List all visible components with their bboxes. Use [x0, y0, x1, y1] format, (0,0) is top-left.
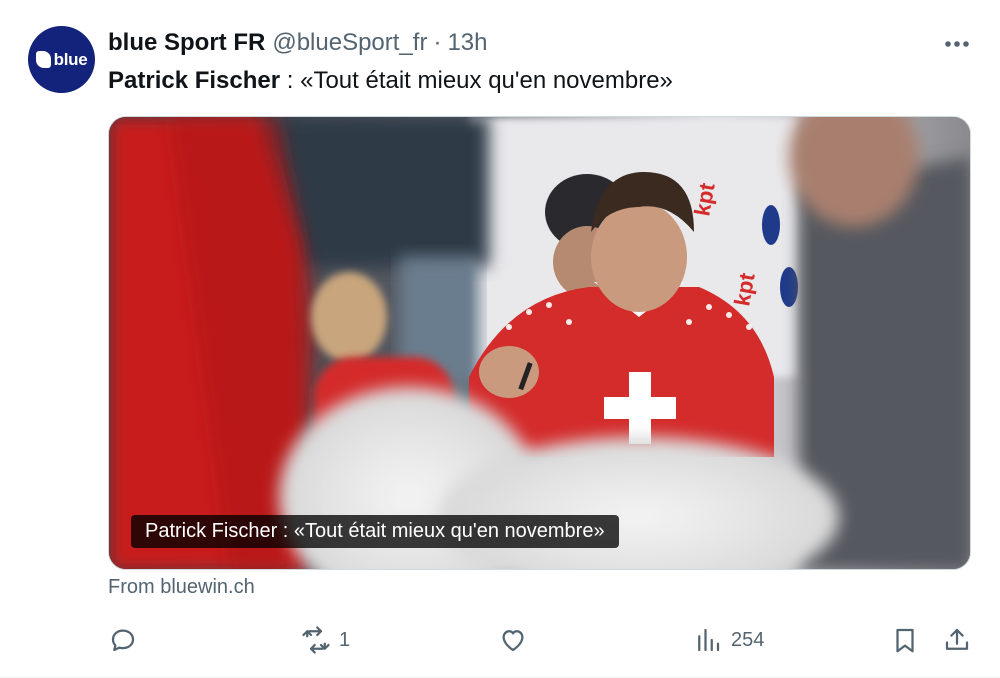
avatar-text: blue: [53, 49, 88, 69]
like-button[interactable]: [498, 622, 536, 658]
views-button[interactable]: 254: [693, 622, 764, 658]
retweet-icon: [302, 626, 330, 654]
more-options-button[interactable]: [940, 30, 974, 58]
card-source[interactable]: From bluewin.ch: [108, 576, 255, 599]
avatar[interactable]: blue: [28, 26, 95, 93]
link-card[interactable]: kpt kpt Patrick Fischer: «Tout était mi…: [108, 116, 971, 570]
like-icon: [502, 630, 524, 652]
views-count: 254: [731, 628, 765, 651]
card-caption: Patrick Fischer : «Tout était mieux qu'e…: [131, 515, 619, 548]
separator-dot: ·: [433, 29, 442, 56]
retweet-button[interactable]: 1: [301, 622, 350, 658]
tweet-text-rest: : «Tout était mieux qu'en novembre»: [280, 67, 673, 94]
tweet-text-bold: Patrick Fischer: [108, 67, 281, 94]
views-icon: [698, 628, 720, 652]
display-name[interactable]: blue Sport FR: [108, 29, 265, 57]
share-icon: [945, 628, 969, 650]
retweet-count: 1: [339, 628, 351, 651]
tweet-text: Patrick Fischer : «Tout était mieux qu'e…: [108, 66, 673, 96]
bookmark-button[interactable]: [890, 622, 920, 658]
tweet[interactable]: blue blue Sport FR @blueSport_fr · 13h P…: [0, 0, 1000, 678]
action-bar: 1 254: [108, 622, 974, 658]
tweet-header: blue Sport FR @blueSport_fr · 13h: [108, 28, 487, 58]
card-photo: kpt kpt: [109, 117, 970, 569]
reply-button[interactable]: [108, 622, 146, 658]
user-handle[interactable]: @blueSport_fr: [272, 29, 427, 57]
share-button[interactable]: [942, 622, 972, 658]
reply-icon: [111, 629, 135, 652]
bookmark-icon: [896, 628, 914, 653]
blue-logo-icon: [35, 51, 51, 68]
more-icon: [945, 41, 969, 47]
timestamp[interactable]: 13h: [447, 29, 487, 57]
